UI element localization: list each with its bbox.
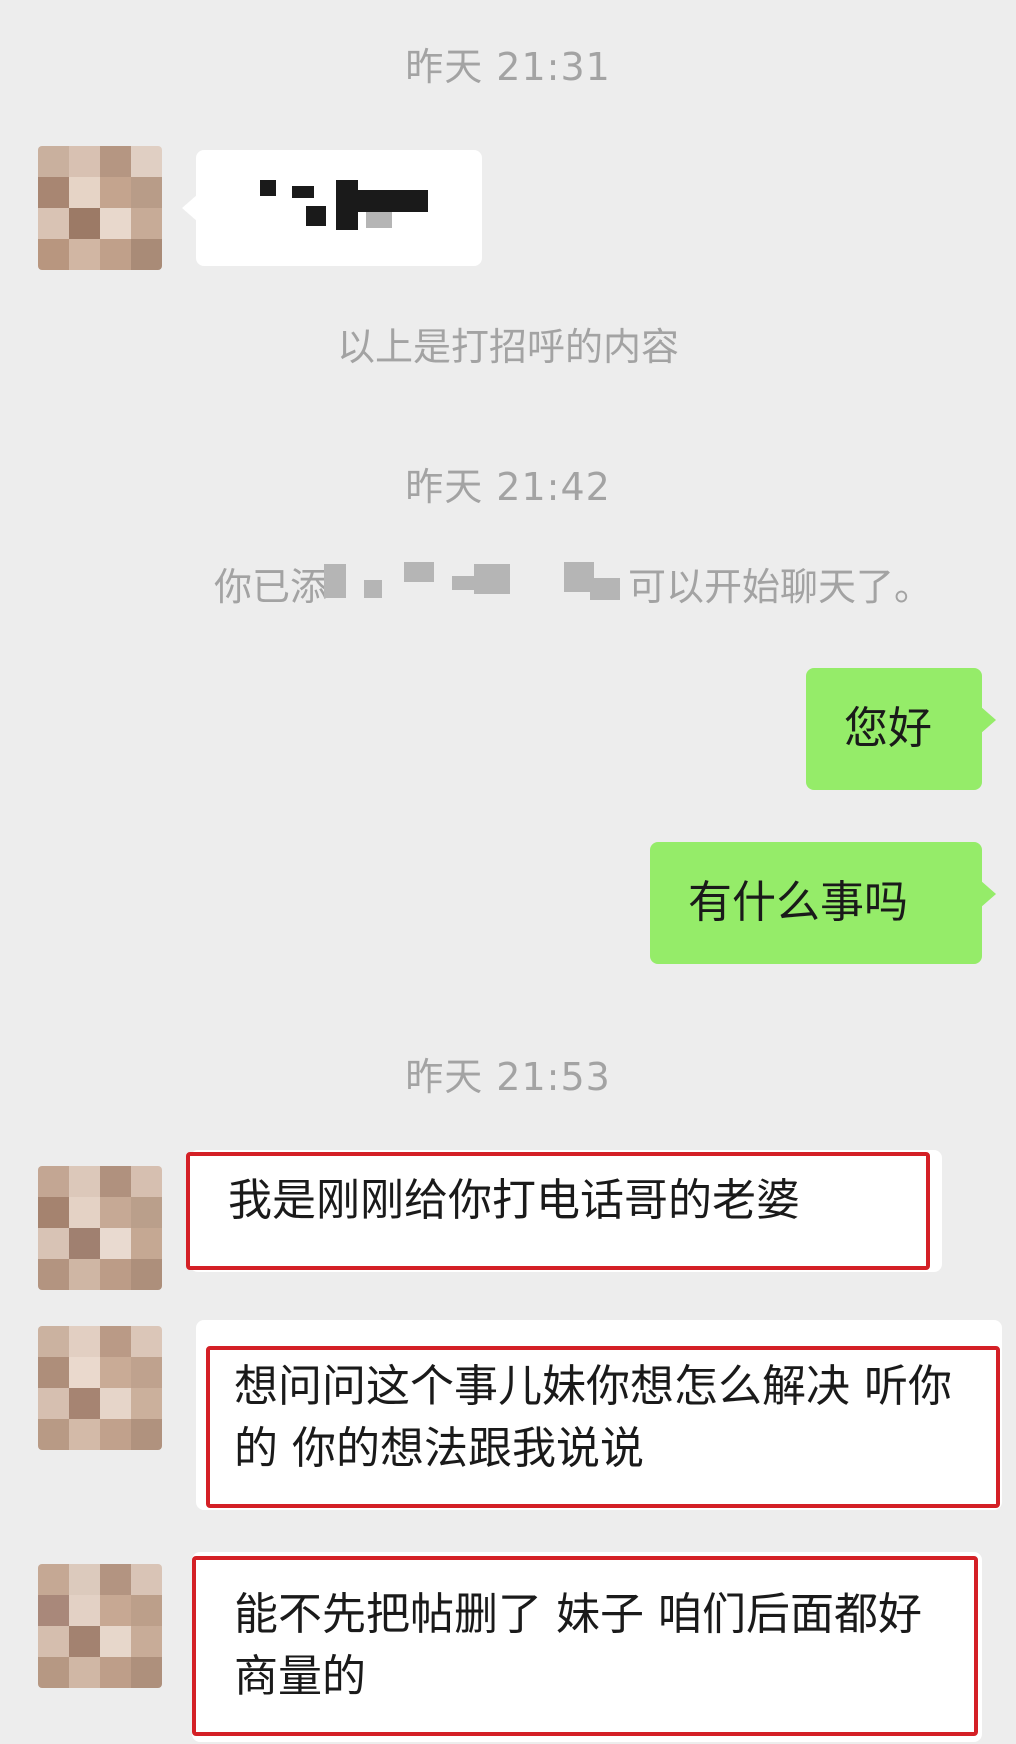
censor-block: [452, 576, 474, 590]
message-bubble-censored[interactable]: [182, 150, 482, 266]
highlighted-message[interactable]: 我是刚刚给你打电话哥的老婆: [186, 1152, 930, 1270]
censor-block: [358, 190, 428, 212]
avatar[interactable]: [38, 146, 162, 270]
chat-view: 昨天 21:31 以上是打招呼的内容 昨天 21:42 你已添 可以开始聊天了。…: [0, 0, 1016, 1744]
greeting-note: 以上是打招呼的内容: [336, 325, 679, 369]
timestamp: 昨天 21:42: [405, 465, 611, 509]
censor-block: [292, 186, 314, 198]
added-notice: 你已添 可以开始聊天了。: [214, 556, 974, 616]
censor-block: [590, 578, 620, 600]
censor-block: [366, 212, 392, 228]
censor-block: [260, 180, 276, 196]
censor-block: [474, 564, 510, 594]
avatar[interactable]: [38, 1166, 162, 1290]
timestamp: 昨天 21:31: [405, 45, 611, 89]
censor-block: [336, 180, 358, 230]
message-bubble-outgoing[interactable]: 您好: [806, 668, 996, 790]
highlighted-message[interactable]: 能不先把帖删了 妹子 咱们后面都好商量的: [192, 1556, 978, 1736]
added-notice-prefix: 你已添: [214, 565, 329, 609]
avatar[interactable]: [38, 1564, 162, 1688]
censor-block: [324, 564, 346, 598]
censor-block: [364, 580, 382, 598]
added-notice-suffix: 可以开始聊天了。: [628, 565, 933, 609]
message-bubble-outgoing[interactable]: 有什么事吗: [650, 842, 996, 964]
timestamp: 昨天 21:53: [405, 1055, 611, 1099]
avatar[interactable]: [38, 1326, 162, 1450]
censor-block: [404, 562, 434, 582]
highlighted-message[interactable]: 想问问这个事儿妹你想怎么解决 听你的 你的想法跟我说说: [206, 1346, 1000, 1508]
censor-block: [306, 206, 326, 226]
